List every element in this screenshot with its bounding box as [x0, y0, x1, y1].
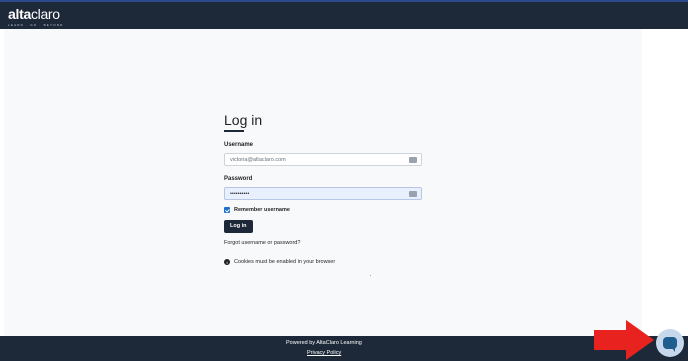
arrow-right-icon — [594, 320, 654, 360]
remember-checkbox[interactable] — [224, 207, 230, 213]
login-title: Log in — [224, 112, 263, 128]
chat-button[interactable] — [656, 329, 684, 357]
privacy-policy-link[interactable]: Privacy Policy — [307, 350, 341, 356]
powered-by-text: Powered by AltaClaro Learning — [286, 340, 362, 346]
altaclaro-logo[interactable]: altaclaro LEARN · GO · BEYOND — [8, 6, 64, 27]
info-icon[interactable]: i — [224, 259, 230, 265]
password-value: •••••••••• — [230, 191, 250, 197]
username-input[interactable]: victoria@altaclaro.com — [224, 153, 422, 166]
logo-tagline: LEARN · GO · BEYOND — [8, 23, 64, 27]
forgot-password-link[interactable]: Forgot username or password? — [224, 240, 424, 246]
remember-label: Remember username — [234, 207, 290, 213]
right-gutter — [642, 29, 688, 336]
username-label: Username — [224, 142, 254, 148]
login-button[interactable]: Log in — [224, 220, 253, 233]
password-input[interactable]: •••••••••• — [224, 187, 422, 200]
username-value: victoria@altaclaro.com — [230, 157, 286, 163]
footer: Powered by AltaClaro Learning Privacy Po… — [0, 336, 688, 361]
cookies-notice: i Cookies must be enabled in your browse… — [224, 259, 424, 265]
chat-icon — [663, 337, 677, 352]
logo-text: altaclaro — [8, 6, 60, 22]
password-label: Password — [224, 176, 253, 182]
decorative-dot — [370, 275, 371, 276]
top-navbar: altaclaro LEARN · GO · BEYOND — [0, 0, 688, 29]
title-underline — [224, 130, 244, 132]
key-icon — [409, 157, 417, 163]
cookies-text: Cookies must be enabled in your browser — [234, 259, 336, 265]
login-form: Log in Username victoria@altaclaro.com P… — [224, 112, 424, 265]
remember-username-row[interactable]: Remember username — [224, 207, 424, 213]
key-icon — [409, 191, 417, 197]
